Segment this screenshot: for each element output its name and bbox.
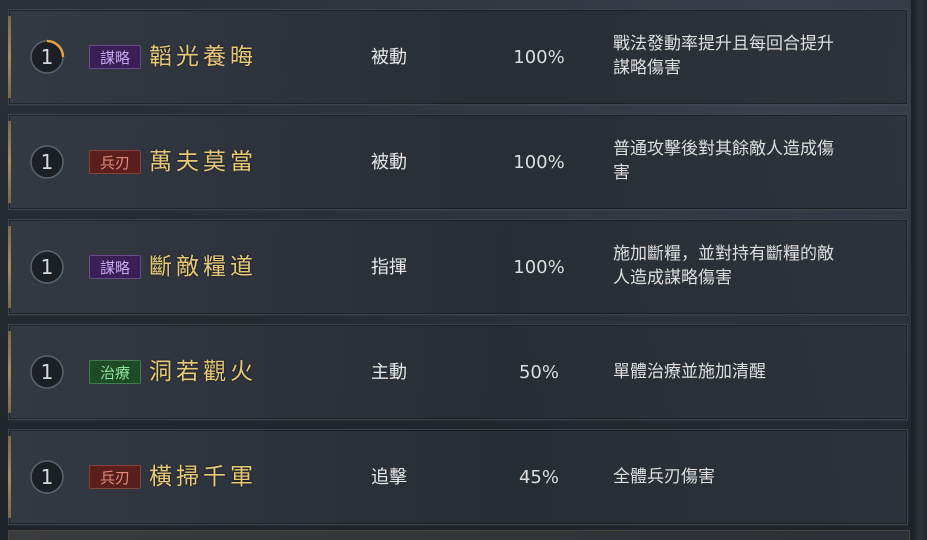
skill-level: 1 [40,150,54,174]
skill-description: 戰法發動率提升且每回合提升 謀略傷害 [613,34,834,78]
skill-type: 追擊 [371,467,407,488]
skill-description: 全體兵刃傷害 [613,467,715,487]
skill-type: 主動 [371,362,407,383]
skill-name: 橫掃千軍 [149,464,257,490]
skill-level: 1 [40,465,54,489]
skill-description: 施加斷糧，並對持有斷糧的敵 人造成謀略傷害 [613,244,834,288]
skill-list-screen: 1 謀略 韜光養晦 被動 100% 戰法發動率提升且每回合提升 謀略傷害 1 兵… [0,0,927,540]
skill-level: 1 [40,255,54,279]
skill-type: 指揮 [371,257,407,278]
skill-category-tag: 謀略 [89,255,141,279]
skill-level-ring: 1 [29,249,65,285]
skill-level-ring: 1 [29,354,65,390]
skill-row-1[interactable]: 1 謀略 韜光養晦 被動 100% 戰法發動率提升且每回合提升 謀略傷害 [8,9,908,105]
skill-description: 普通攻擊後對其餘敵人造成傷 害 [613,139,834,183]
skill-trigger-rate: 50% [518,362,559,383]
skill-trigger-rate: 100% [513,152,565,173]
skill-row-5[interactable]: 1 兵刃 橫掃千軍 追擊 45% 全體兵刃傷害 [8,429,908,525]
skill-level-ring: 1 [29,459,65,495]
skill-row-4[interactable]: 1 治療 洞若觀火 主動 50% 單體治療並施加清醒 [8,324,908,420]
skill-level-ring: 1 [29,39,65,75]
skill-level: 1 [40,45,54,69]
skill-category-tag: 謀略 [89,45,141,69]
skill-row-3[interactable]: 1 謀略 斷敵糧道 指揮 100% 施加斷糧，並對持有斷糧的敵 人造成謀略傷害 [8,219,908,315]
skill-category-tag: 兵刃 [89,150,141,174]
skill-name: 斷敵糧道 [149,254,257,280]
skill-category-tag: 治療 [89,360,141,384]
skill-name: 韜光養晦 [149,44,257,70]
skill-name: 萬夫莫當 [149,149,257,175]
skill-description: 單體治療並施加清醒 [613,362,766,382]
skill-row-2[interactable]: 1 兵刃 萬夫莫當 被動 100% 普通攻擊後對其餘敵人造成傷 害 [8,114,908,210]
scroll-edge[interactable] [911,0,927,540]
skill-row-partial [8,530,910,540]
skill-level-ring: 1 [29,144,65,180]
skill-category-tag: 兵刃 [89,465,141,489]
skill-trigger-rate: 45% [518,467,559,488]
skill-name: 洞若觀火 [149,359,257,385]
skill-trigger-rate: 100% [513,257,565,278]
skill-level: 1 [40,360,54,384]
skill-type: 被動 [371,152,407,173]
skill-trigger-rate: 100% [513,47,565,68]
skill-type: 被動 [371,47,407,68]
